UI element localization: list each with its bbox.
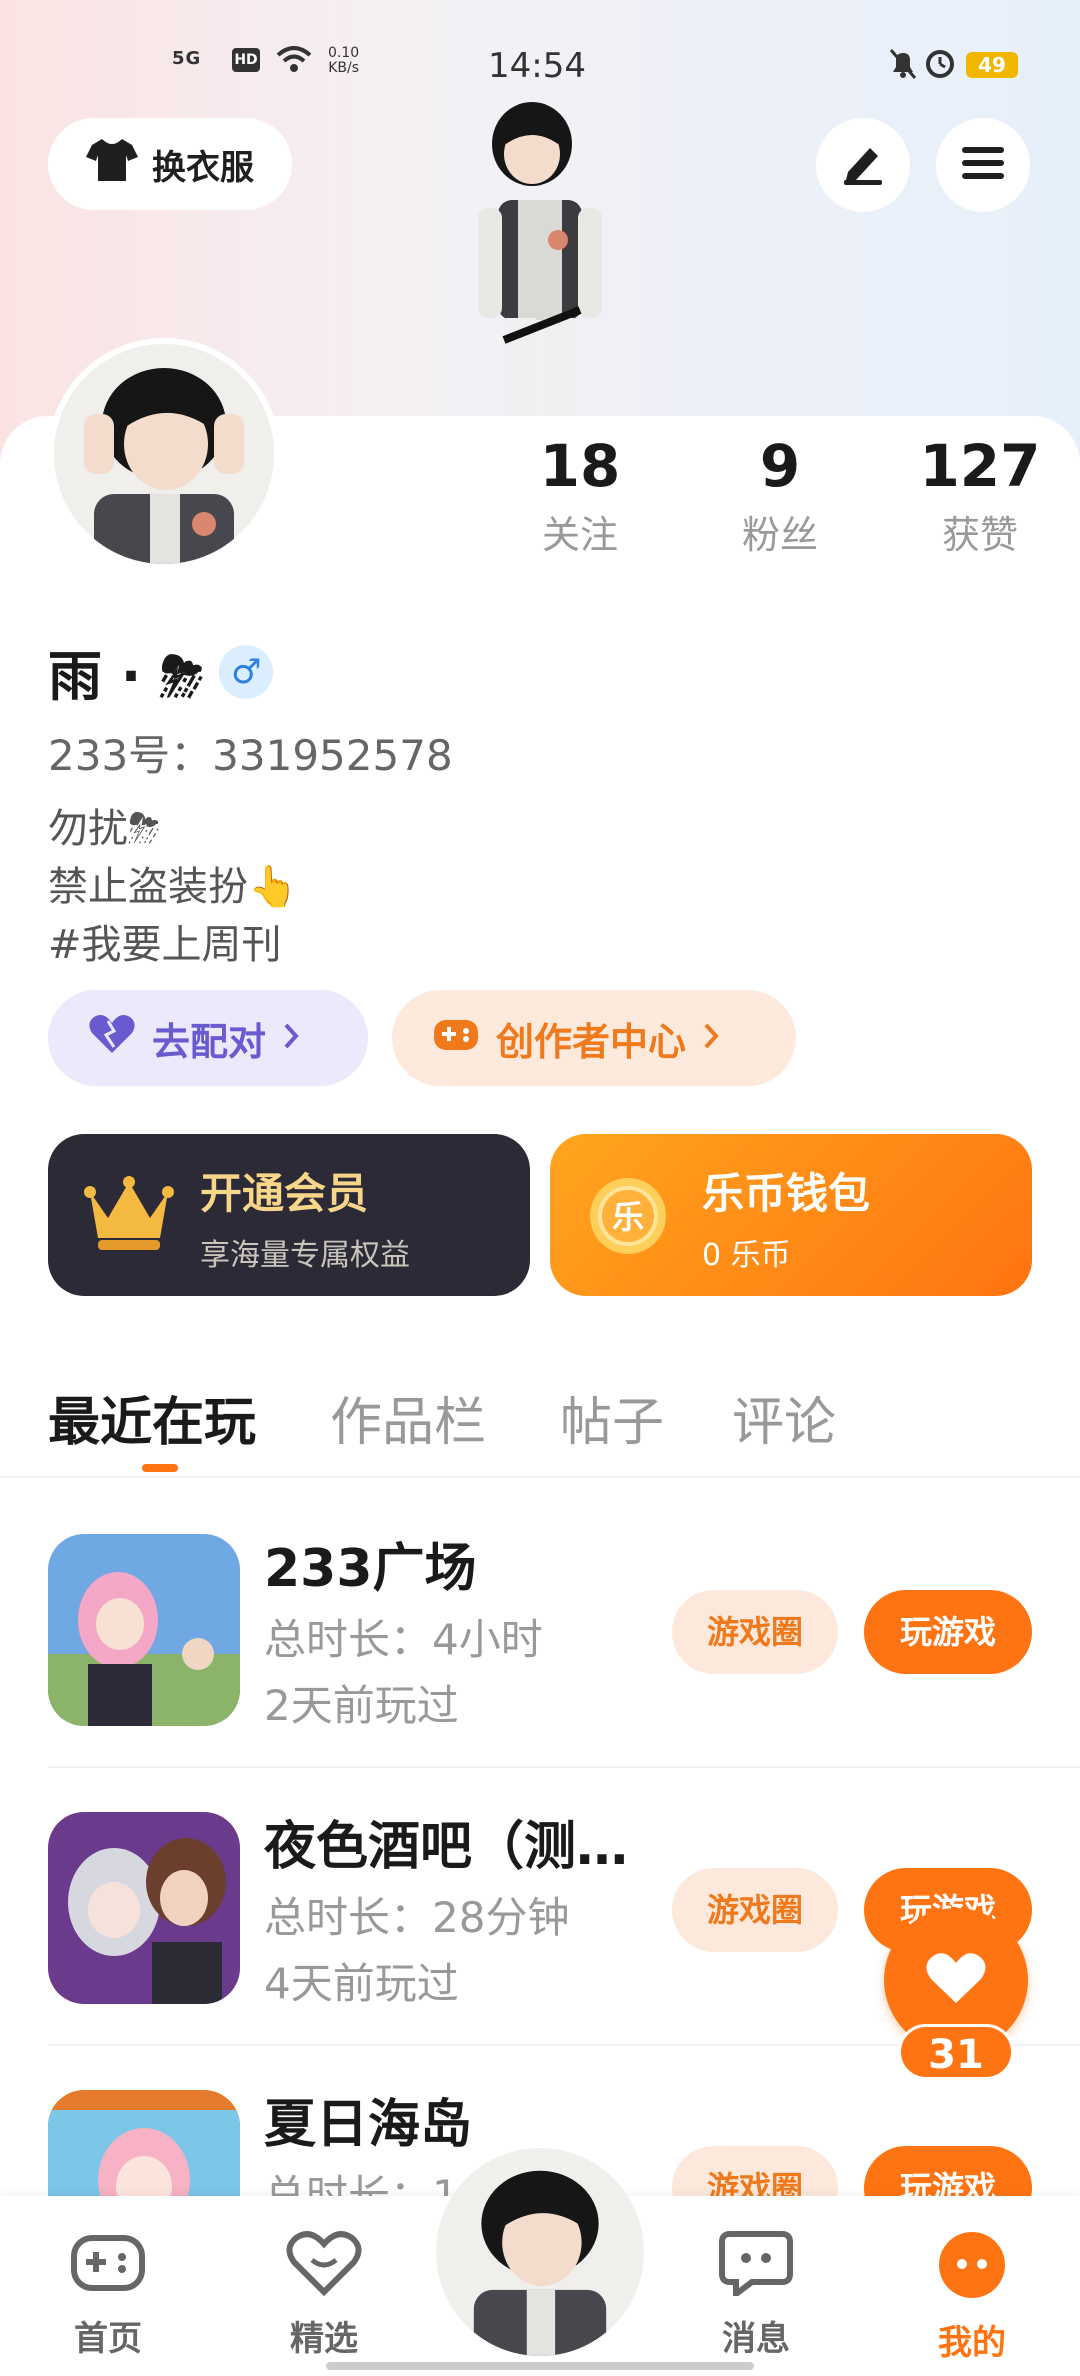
change-outfit-label: 换衣服: [152, 147, 254, 188]
menu-icon: [960, 143, 1006, 187]
game-thumbnail[interactable]: [48, 1812, 240, 2004]
gamepad-icon: [70, 2235, 146, 2305]
tab-recently-played[interactable]: 最近在玩: [48, 1380, 256, 1455]
stat-following-value: 18: [539, 432, 621, 500]
game-last-played: 4天前玩过: [264, 1959, 459, 2008]
nav-messages[interactable]: 消息: [686, 2230, 826, 2360]
speed-value: 0.10: [328, 45, 360, 61]
nav-me[interactable]: 我的: [902, 2230, 1042, 2364]
tshirt-icon: [86, 137, 138, 192]
like-count-badge: 31: [898, 2024, 1014, 2080]
coin-char: 乐: [612, 1198, 644, 1236]
nav-home-label: 首页: [74, 2319, 142, 2359]
status-bar: 5G HD 0.10 KB/s 14:54 49: [0, 40, 1080, 90]
face-icon: [937, 2232, 1007, 2309]
stat-followers-label: 粉丝: [741, 513, 818, 557]
home-indicator[interactable]: [326, 2362, 754, 2370]
clock: 14:54: [488, 46, 586, 86]
profile-tabs: 最近在玩 作品栏 帖子 评论: [0, 1370, 1080, 1478]
game-title: 233广场: [264, 1539, 477, 1599]
speed-unit: KB/s: [328, 60, 359, 76]
nav-messages-label: 消息: [722, 2319, 790, 2359]
pencil-icon: [840, 140, 886, 190]
stat-followers-value: 9: [759, 432, 801, 500]
nav-featured[interactable]: 精选: [254, 2230, 394, 2360]
wifi-icon: [276, 44, 312, 84]
stat-following-label: 关注: [541, 513, 618, 557]
stat-following[interactable]: 18 关注: [480, 432, 680, 559]
profile-bio: 勿扰⛈ 禁止盗装扮👆 #我要上周刊: [48, 806, 298, 968]
nav-home[interactable]: 首页: [38, 2230, 178, 2360]
tab-posts[interactable]: 帖子: [560, 1380, 664, 1455]
tab-active-indicator: [142, 1464, 178, 1472]
stat-likes-value: 127: [919, 432, 1041, 500]
male-gender-icon: ♂: [219, 644, 274, 699]
profile-avatar[interactable]: [48, 338, 280, 570]
wallet-balance: 0 乐币: [702, 1238, 791, 1273]
profile-user-id[interactable]: 233号：331952578: [48, 722, 453, 783]
alarm-icon: [924, 46, 956, 89]
battery-indicator: 49: [966, 52, 1018, 78]
wallet-title: 乐币钱包: [702, 1169, 871, 1218]
hd-badge: HD: [232, 48, 260, 72]
avatar-character-figure[interactable]: [440, 90, 640, 470]
change-outfit-button[interactable]: 换衣服: [48, 118, 292, 210]
gamepad-icon: [432, 1014, 480, 1063]
chat-icon: [718, 2231, 794, 2305]
stat-likes[interactable]: 127 获赞: [880, 432, 1080, 559]
membership-subtitle: 享海量专属权益: [200, 1238, 410, 1273]
creator-center-button[interactable]: 创作者中心: [392, 990, 796, 1086]
heart-outline-icon: [286, 2231, 362, 2305]
profile-name: 雨 · ⛈: [48, 645, 204, 708]
game-last-played: 2天前玩过: [264, 1681, 459, 1730]
game-row[interactable]: 233广场 总时长：4小时 2天前玩过 游戏圈 玩游戏: [0, 1534, 1080, 1812]
menu-button[interactable]: [936, 118, 1030, 212]
wallet-card[interactable]: 乐 乐币钱包 0 乐币: [550, 1134, 1032, 1296]
crown-icon: [84, 1174, 174, 1258]
edit-profile-button[interactable]: [816, 118, 910, 212]
game-duration: 总时长：28分钟: [264, 1893, 570, 1942]
stat-followers[interactable]: 9 粉丝: [680, 432, 880, 559]
game-title: 夜色酒吧（测…: [264, 1817, 629, 1877]
game-thumbnail[interactable]: [48, 1534, 240, 1726]
nav-center-avatar[interactable]: [436, 2148, 644, 2356]
coin-icon: 乐: [586, 1174, 670, 1262]
nav-featured-label: 精选: [290, 2319, 358, 2359]
list-divider: [48, 1766, 1080, 1768]
profile-name-row: 雨 · ⛈ ♂: [48, 632, 274, 711]
pair-button[interactable]: 去配对: [48, 990, 368, 1086]
game-circle-button[interactable]: 游戏圈: [672, 1868, 838, 1952]
game-duration: 总时长：4小时: [264, 1615, 543, 1664]
nav-me-label: 我的: [938, 2323, 1006, 2363]
heart-icon: [88, 1013, 136, 1064]
play-game-button[interactable]: 玩游戏: [864, 1590, 1032, 1674]
network-speed: 0.10 KB/s: [328, 46, 359, 76]
stat-likes-label: 获赞: [941, 513, 1018, 557]
creator-center-label: 创作者中心: [496, 1019, 687, 1064]
membership-card[interactable]: 开通会员 享海量专属权益: [48, 1134, 530, 1296]
signal-icon: 5G: [172, 48, 202, 69]
chevron-right-icon: [282, 1016, 302, 1060]
heart-icon: [925, 1951, 987, 2009]
game-circle-button[interactable]: 游戏圈: [672, 1590, 838, 1674]
tab-comments[interactable]: 评论: [732, 1380, 836, 1455]
bell-muted-icon: [888, 48, 918, 89]
chevron-right-icon: [702, 1016, 722, 1060]
membership-title: 开通会员: [200, 1169, 369, 1218]
game-title: 夏日海岛: [264, 2095, 473, 2155]
pair-label: 去配对: [152, 1019, 267, 1064]
tab-works[interactable]: 作品栏: [330, 1380, 486, 1455]
